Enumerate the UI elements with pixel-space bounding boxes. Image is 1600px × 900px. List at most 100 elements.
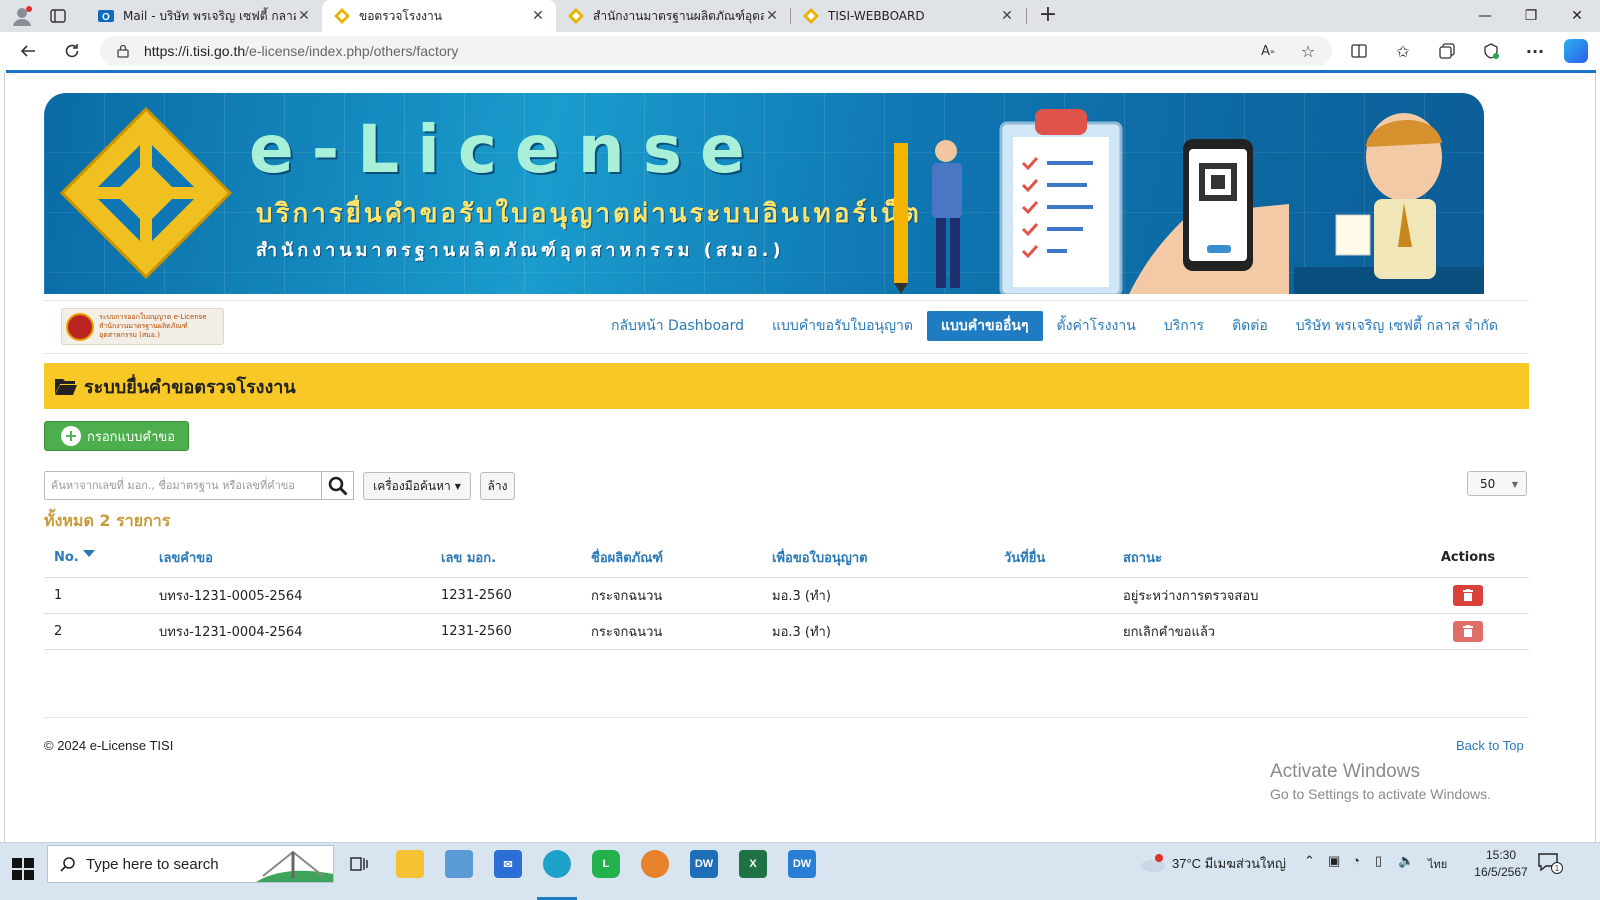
tisi-icon: [334, 8, 350, 24]
delete-button-disabled: [1453, 620, 1483, 642]
close-tab-icon[interactable]: ✕: [999, 8, 1015, 24]
control-panel-icon[interactable]: [445, 850, 473, 878]
column-header-no[interactable]: No.: [44, 539, 149, 578]
wifi-icon[interactable]: ◔: [1352, 853, 1360, 868]
column-header-license-type[interactable]: เพื่อขอใบอนุญาต: [762, 539, 994, 578]
tab-factory-inspection[interactable]: ขอตรวจโรงงาน ✕: [322, 0, 556, 32]
column-header-tis-no[interactable]: เลข มอก.: [431, 539, 581, 578]
outlook-icon: O: [98, 8, 114, 24]
back-button[interactable]: [14, 37, 42, 65]
nav-factory-settings[interactable]: ตั้งค่าโรงงาน: [1043, 311, 1150, 341]
trash-icon: [1463, 588, 1473, 601]
cell-status: อยู่ระหว่างการตรวจสอบ: [1113, 577, 1407, 614]
new-tab-button[interactable]: +: [1036, 4, 1060, 28]
caret-down-icon: ▼: [1511, 480, 1518, 489]
column-header-submit-date[interactable]: วันที่ยื่น: [994, 539, 1113, 578]
nav-license-request-form[interactable]: แบบคำขอรับใบอนุญาต: [758, 311, 927, 341]
profile-icon[interactable]: [11, 5, 33, 27]
close-tab-icon[interactable]: ✕: [764, 8, 780, 24]
browser-essentials-icon[interactable]: [1480, 40, 1502, 62]
cell-product: กระจกฉนวน: [581, 613, 762, 650]
bridge-scene-icon: [256, 850, 333, 882]
tab-title: TISI-WEBBOARD: [828, 9, 925, 23]
cell-license-type: มอ.3 (ทำ): [762, 613, 994, 650]
weather-icon[interactable]: [1140, 854, 1166, 872]
banner-org-name: สำนักงานมาตรฐานผลิตภัณฑ์อุตสาหกรรม (สมอ.…: [256, 240, 785, 261]
delete-button[interactable]: [1453, 584, 1483, 606]
volume-muted-icon[interactable]: 🔈: [1398, 853, 1414, 869]
close-window-button[interactable]: ✕: [1554, 0, 1600, 32]
taskbar-search-box[interactable]: Type here to search: [47, 845, 334, 883]
trash-icon: [1463, 624, 1473, 637]
clear-button[interactable]: ล้าง: [480, 472, 515, 500]
search-button[interactable]: [321, 471, 354, 500]
cell-no: 1: [44, 577, 149, 614]
column-header-actions: Actions: [1407, 539, 1529, 578]
excel-icon[interactable]: X: [739, 850, 767, 878]
notification-center-icon[interactable]: 1: [1538, 853, 1566, 875]
read-aloud-icon[interactable]: A»: [1257, 40, 1279, 62]
page-size-select[interactable]: 50 ▼: [1467, 471, 1527, 496]
sort-desc-icon: [82, 550, 95, 558]
header-label: No.: [54, 550, 79, 566]
favorites-icon[interactable]: ✩: [1392, 40, 1414, 62]
smiling-man-illustration-icon: [1294, 113, 1484, 294]
refresh-button[interactable]: [58, 37, 86, 65]
dreamweaver-icon[interactable]: DW: [690, 850, 718, 878]
settings-menu-icon[interactable]: ···: [1524, 40, 1546, 62]
weather-text[interactable]: 37°C มีเมฆส่วนใหญ่: [1172, 853, 1286, 874]
url-domain: https://i.tisi.go.th: [144, 43, 246, 59]
close-tab-icon[interactable]: ✕: [296, 8, 312, 24]
file-explorer-icon[interactable]: [396, 850, 424, 878]
cell-tis-no: 1231-2560: [431, 577, 581, 614]
nav-company-account[interactable]: บริษัท พรเจริญ เซฟตี้ กลาส จำกัด: [1282, 311, 1512, 341]
edge-browser-icon[interactable]: [543, 850, 571, 878]
input-language[interactable]: ไทย: [1428, 855, 1447, 873]
button-label: กรอกแบบคำขอ: [87, 429, 176, 445]
battery-icon[interactable]: ▯: [1375, 853, 1382, 869]
taskbar-clock[interactable]: 15:30 16/5/2567: [1470, 847, 1532, 881]
fill-request-form-button[interactable]: + กรอกแบบคำขอ: [44, 421, 189, 451]
cell-product: กระจกฉนวน: [581, 577, 762, 614]
copilot-icon[interactable]: [1564, 39, 1588, 63]
column-header-request-no[interactable]: เลขคำขอ: [149, 539, 431, 578]
show-hidden-icons-chevron-icon[interactable]: ⌃: [1304, 853, 1315, 869]
tisi-icon: [803, 8, 819, 24]
phone-qr-code-icon: [1129, 139, 1289, 294]
line-app-icon[interactable]: L: [592, 850, 620, 878]
collections-icon[interactable]: [1436, 40, 1458, 62]
search-tools-dropdown[interactable]: เครื่องมือค้นหา ▼: [363, 472, 471, 500]
nav-contact[interactable]: ติดต่อ: [1218, 311, 1282, 341]
search-input[interactable]: [44, 471, 322, 500]
nav-dashboard[interactable]: กลับหน้า Dashboard: [597, 311, 758, 341]
split-screen-icon[interactable]: [1348, 40, 1370, 62]
tray-app-icon[interactable]: ▣: [1328, 853, 1340, 869]
column-header-status[interactable]: สถานะ: [1113, 539, 1407, 578]
nav-other-requests[interactable]: แบบคำขออื่นๆ: [927, 311, 1043, 341]
task-view-icon[interactable]: [350, 855, 368, 873]
divider: [44, 353, 1529, 354]
mail-icon[interactable]: ✉: [494, 850, 522, 878]
tab-actions-icon[interactable]: [50, 8, 66, 24]
nav-services[interactable]: บริการ: [1150, 311, 1218, 341]
firefox-icon[interactable]: [641, 850, 669, 878]
address-bar-row: https://i.tisi.go.th/e-license/index.php…: [0, 32, 1600, 70]
divider: [44, 717, 1529, 718]
requests-table: No. เลขคำขอ เลข มอก. ชื่อผลิตภัณฑ์ เพื่อ…: [44, 539, 1529, 650]
minimize-button[interactable]: —: [1462, 0, 1508, 32]
tab-title: ขอตรวจโรงงาน: [359, 8, 442, 23]
close-tab-icon[interactable]: ✕: [530, 8, 546, 24]
windows-start-icon[interactable]: [12, 858, 34, 880]
column-header-product[interactable]: ชื่อผลิตภัณฑ์: [581, 539, 762, 578]
dreamweaver-icon[interactable]: DW: [788, 850, 816, 878]
back-to-top-link[interactable]: Back to Top: [1456, 738, 1524, 753]
url-field[interactable]: https://i.tisi.go.th/e-license/index.php…: [100, 36, 1332, 66]
back-arrow-icon: [20, 45, 35, 57]
tab-outlook-mail[interactable]: O Mail - บริษัท พรเจริญ เซฟตี้ กลาส จำกั…: [86, 0, 322, 32]
tab-tisi-webboard[interactable]: TISI-WEBBOARD ✕: [791, 0, 1025, 32]
e-license-logo[interactable]: ระบบการออกใบอนุญาต e-License สำนักงานมาต…: [61, 308, 224, 345]
favorite-star-icon[interactable]: ☆: [1297, 40, 1319, 62]
maximize-button[interactable]: ❐: [1508, 0, 1554, 32]
clock-date: 16/5/2567: [1474, 865, 1528, 879]
tab-tisi-home[interactable]: สำนักงานมาตรฐานผลิตภัณฑ์อุตสาหกรรม ✕: [556, 0, 790, 32]
